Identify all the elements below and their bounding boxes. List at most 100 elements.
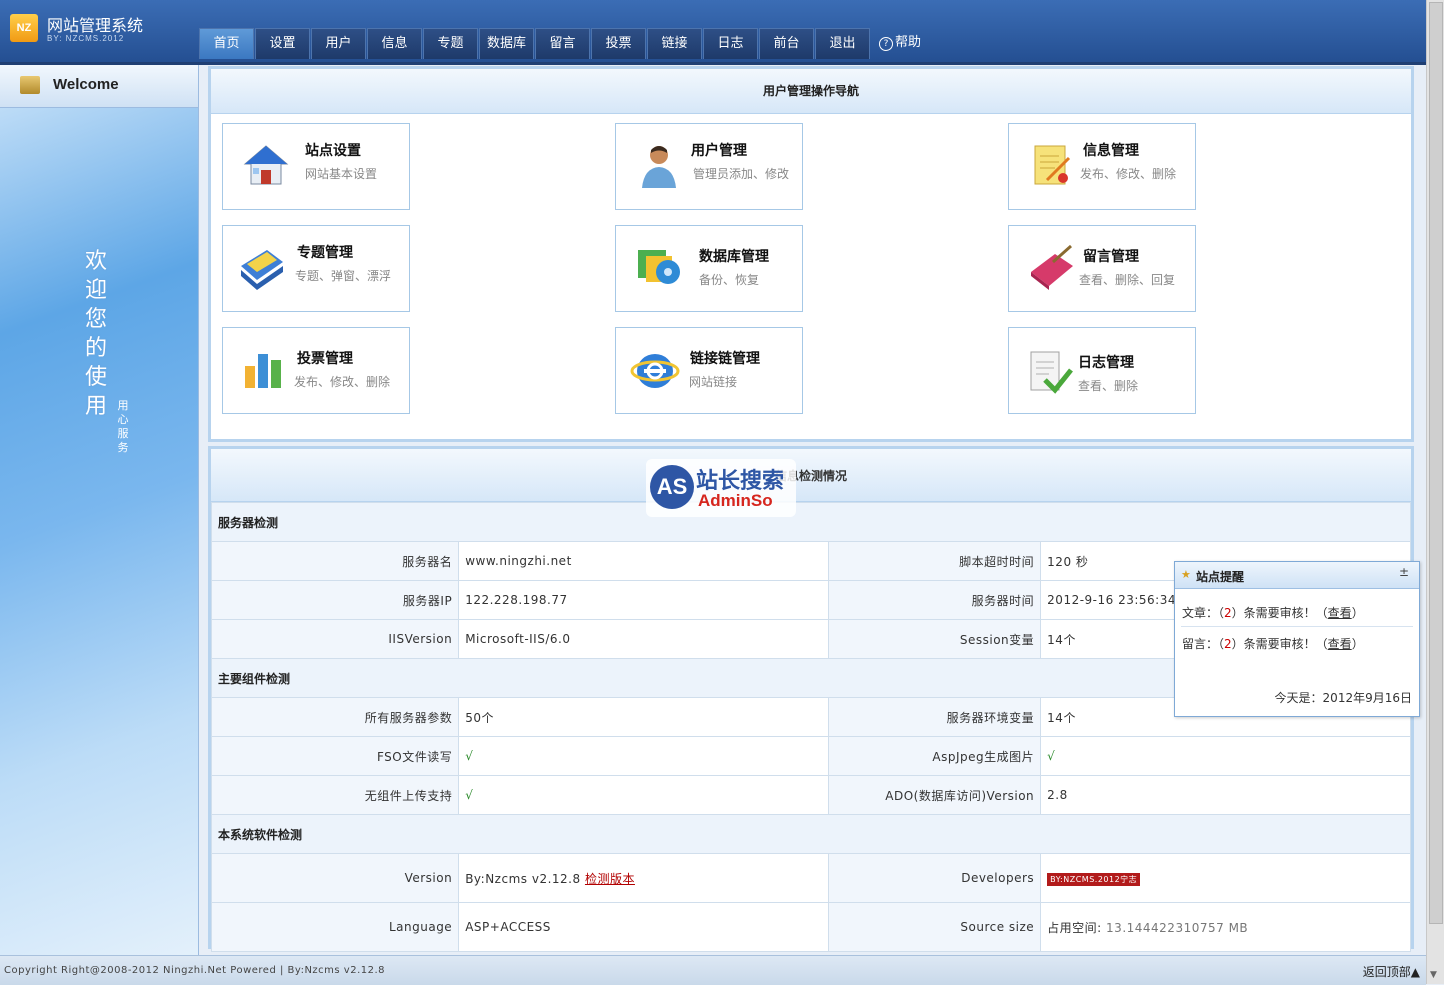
space-label: 占用空间:: [1047, 920, 1102, 935]
card-link-management[interactable]: 链接链管理 网站链接: [615, 327, 803, 414]
card-title: 留言管理: [1083, 249, 1139, 265]
row-label: Source size: [827, 902, 1042, 952]
article-review-line: 文章：（2）条需要审核！（查看）: [1182, 604, 1364, 621]
row-value: www.ningzhi.net: [458, 541, 829, 581]
line-suffix: ）条需要审核！（: [1231, 637, 1328, 651]
row-value: √: [458, 775, 829, 815]
table-row: Language ASP+ACCESS Source size 占用空间: 13…: [210, 902, 1411, 952]
card-title: 投票管理: [297, 351, 353, 367]
section-row: 服务器检测: [211, 502, 1411, 542]
logo-icon: NZ: [10, 14, 38, 42]
card-message-management[interactable]: 留言管理 查看、删除、回复: [1008, 225, 1196, 312]
nav-item-users[interactable]: 用户: [311, 28, 366, 59]
nav-item-home[interactable]: 首页: [199, 28, 254, 59]
nav-item-frontend[interactable]: 前台: [759, 28, 814, 59]
card-desc: 发布、修改、删除: [294, 375, 391, 389]
space-value: 13.144422310757 MB: [1106, 920, 1249, 935]
card-desc: 专题、弹窗、漂浮: [295, 269, 392, 283]
card-desc: 网站链接: [689, 375, 738, 389]
help-link[interactable]: ? 帮助: [879, 28, 921, 60]
section-row: 本系统软件检测: [211, 814, 1411, 854]
nav-panel-title: 用户管理操作导航: [211, 69, 1411, 114]
app-title: 网站管理系统: [47, 18, 144, 35]
row-value: BY:NZCMS.2012宁志: [1040, 853, 1411, 903]
row-label: 所有服务器参数: [210, 697, 460, 737]
back-to-top-link[interactable]: 返回顶部▲: [1363, 963, 1420, 980]
folder-icon: [241, 250, 283, 290]
row-value: 2.8: [1040, 775, 1411, 815]
folder-icon: [20, 76, 40, 94]
popup-toggle-button[interactable]: ±: [1399, 565, 1409, 579]
line-suffix: ）条需要审核！（: [1231, 606, 1328, 620]
footer: Copyright Right@2008-2012 Ningzhi.Net Po…: [0, 955, 1426, 985]
nav-item-votes[interactable]: 投票: [591, 28, 646, 59]
main-nav: 首页 设置 用户 信息 专题 数据库 留言 投票 链接 日志 前台 退出 ? 帮助: [199, 28, 921, 60]
help-label: 帮助: [895, 35, 922, 50]
nav-item-logout[interactable]: 退出: [815, 28, 870, 59]
card-user-management[interactable]: 用户管理 管理员添加、修改: [615, 123, 803, 210]
today-date: 今天是：2012年9月16日: [1274, 691, 1412, 705]
view-articles-link[interactable]: 查看: [1328, 606, 1352, 620]
copyright-text: Copyright Right@2008-2012 Ningzhi.Net Po…: [4, 965, 386, 976]
developer-badge: BY:NZCMS.2012宁志: [1047, 872, 1141, 886]
row-label: Language: [210, 902, 460, 952]
popup-header: ★ 站点提醒 ±: [1175, 562, 1419, 589]
card-desc: 管理员添加、修改: [693, 167, 790, 181]
welcome-vertical-text: 欢迎您的使用: [84, 249, 107, 419]
scrollbar-thumb[interactable]: [1429, 2, 1443, 924]
row-value: Microsoft-IIS/6.0: [458, 619, 829, 659]
row-value: 占用空间: 13.144422310757 MB: [1040, 902, 1411, 952]
row-label: FSO文件读写: [210, 736, 460, 776]
view-messages-link[interactable]: 查看: [1328, 637, 1352, 651]
site-reminder-popup: ★ 站点提醒 ± 文章：（2）条需要审核！（查看） 留言：（2）条需要审核！（查…: [1174, 561, 1420, 717]
table-row: FSO文件读写 √ AspJpeg生成图片 √: [210, 736, 1411, 776]
vertical-scrollbar[interactable]: ▼: [1426, 0, 1444, 984]
row-label: ADO(数据库访问)Version: [827, 775, 1042, 815]
card-site-settings[interactable]: 站点设置 网站基本设置: [222, 123, 410, 210]
card-desc: 备份、恢复: [699, 273, 760, 287]
card-title: 日志管理: [1078, 355, 1134, 371]
nav-item-database[interactable]: 数据库: [479, 28, 534, 59]
card-desc: 发布、修改、删除: [1080, 167, 1177, 181]
scroll-down-arrow-icon[interactable]: ▼: [1430, 970, 1437, 980]
line-count: 2: [1224, 637, 1232, 651]
book-icon: [1031, 244, 1073, 290]
row-value: 122.228.198.77: [458, 580, 829, 620]
popup-title: 站点提醒: [1196, 570, 1245, 584]
card-title: 用户管理: [691, 143, 747, 159]
nav-item-settings[interactable]: 设置: [255, 28, 310, 59]
watermark-as: AS: [650, 465, 694, 509]
card-log-management[interactable]: 日志管理 查看、删除: [1008, 327, 1196, 414]
line-end: ）: [1351, 606, 1364, 620]
house-icon: [243, 145, 289, 185]
row-label: AspJpeg生成图片: [827, 736, 1042, 776]
welcome-label: Welcome: [53, 76, 119, 93]
nav-item-messages[interactable]: 留言: [535, 28, 590, 59]
card-info-management[interactable]: 信息管理 发布、修改、删除: [1008, 123, 1196, 210]
line-prefix: 文章：（: [1182, 606, 1225, 620]
nav-item-logs[interactable]: 日志: [703, 28, 758, 59]
nav-item-info[interactable]: 信息: [367, 28, 422, 59]
nav-item-topics[interactable]: 专题: [423, 28, 478, 59]
nav-item-links[interactable]: 链接: [647, 28, 702, 59]
card-vote-management[interactable]: 投票管理 发布、修改、删除: [222, 327, 410, 414]
row-label: Version: [210, 853, 460, 903]
card-desc: 查看、删除: [1078, 379, 1139, 393]
user-icon: [642, 146, 676, 188]
check-version-link[interactable]: 检测版本: [585, 872, 635, 886]
row-value: √: [458, 736, 829, 776]
help-icon: ?: [879, 37, 893, 51]
welcome-bar: Welcome: [0, 65, 198, 108]
card-database-management[interactable]: 数据库管理 备份、恢复: [615, 225, 803, 312]
line-end: ）: [1351, 637, 1364, 651]
row-label: 服务器环境变量: [827, 697, 1042, 737]
service-vertical-text: 用心服务: [117, 399, 129, 454]
row-value: 50个: [458, 697, 829, 737]
row-label: 服务器名: [210, 541, 460, 581]
sidebar: Welcome 欢迎您的使用 用心服务: [0, 65, 199, 955]
row-value: By:Nzcms v2.12.8 检测版本: [458, 853, 829, 903]
card-desc: 查看、删除、回复: [1079, 273, 1176, 287]
card-topic-management[interactable]: 专题管理 专题、弹窗、漂浮: [222, 225, 410, 312]
watermark-logo: AS 站长搜索 AdminSo: [646, 459, 796, 517]
row-label: 服务器时间: [827, 580, 1042, 620]
